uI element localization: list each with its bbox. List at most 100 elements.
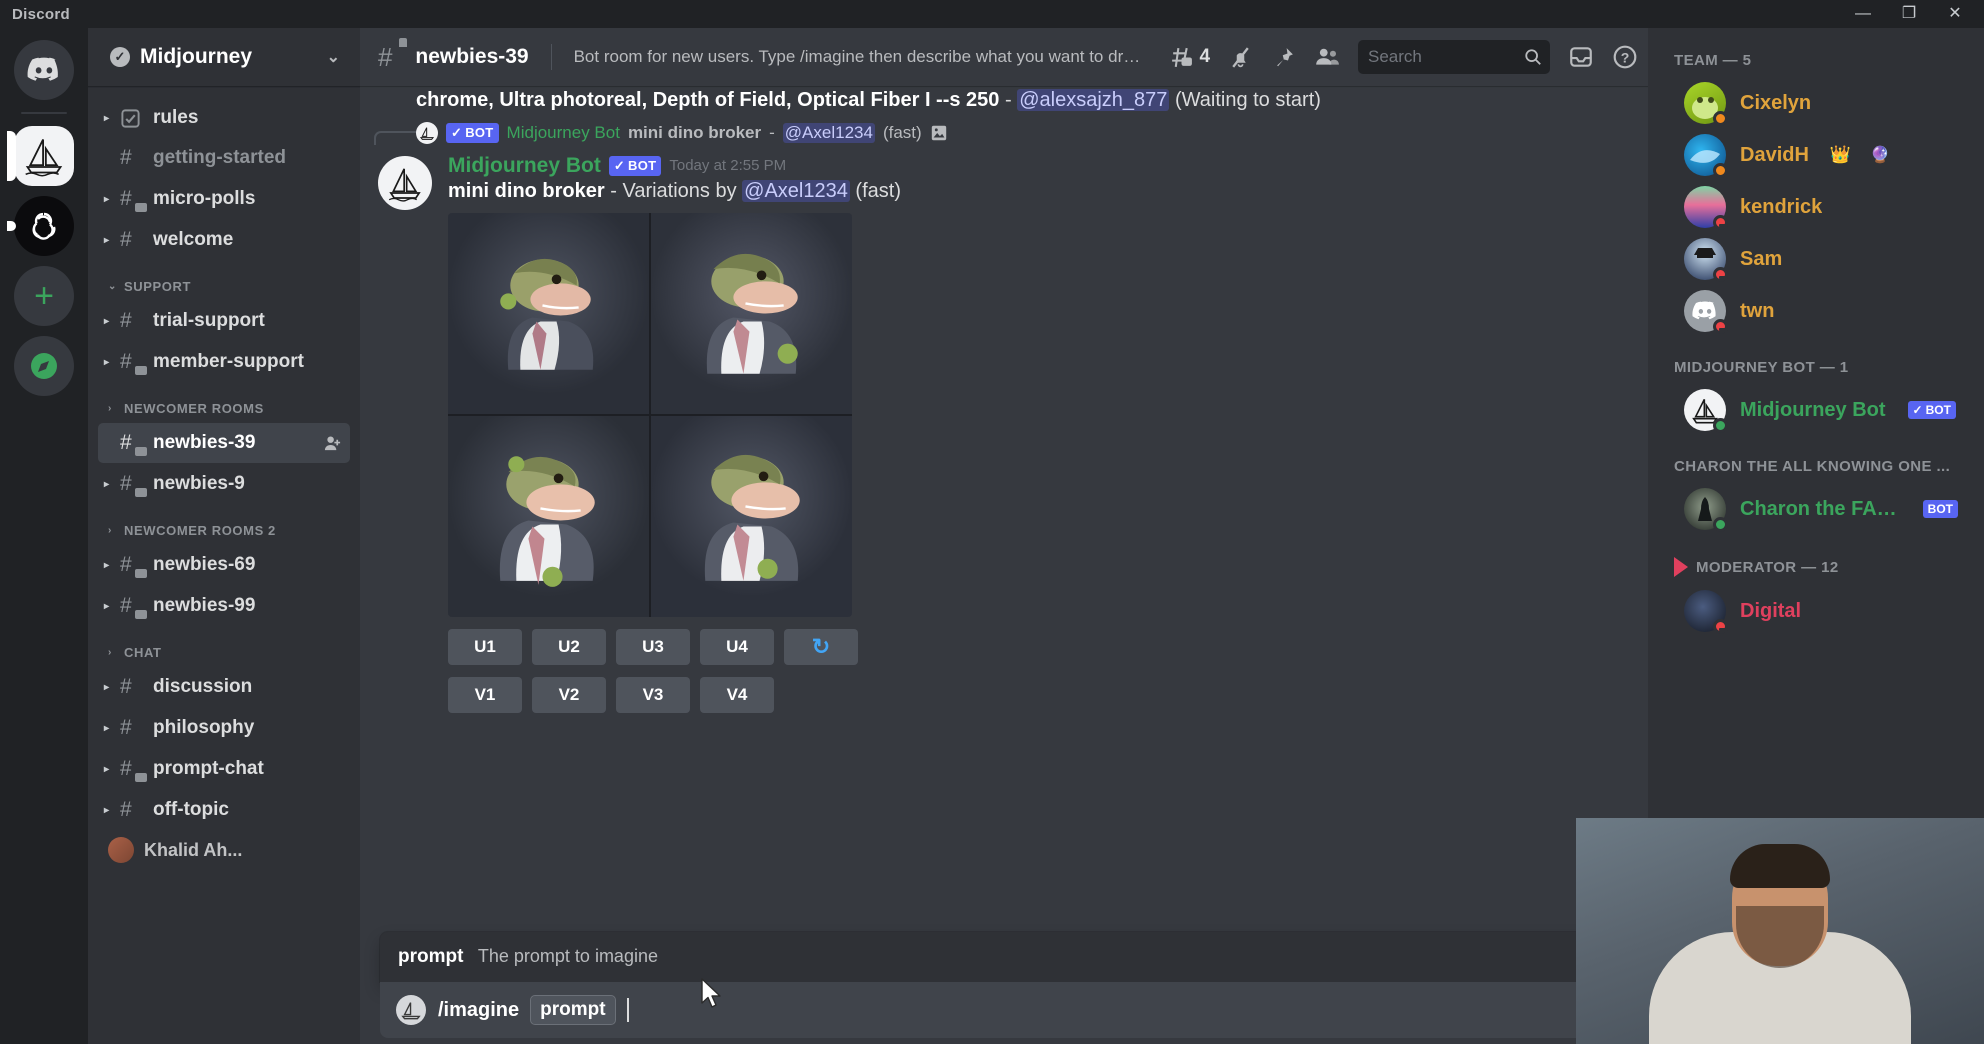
expand-arrow-icon[interactable]: ▸: [104, 682, 109, 693]
server-rail-item-add-server[interactable]: +: [11, 266, 77, 326]
upscale-button-u1[interactable]: U1: [448, 628, 522, 665]
channel-item-newbies-99[interactable]: ▸ # newbies-99: [98, 586, 350, 626]
channel-item-welcome[interactable]: ▸ # welcome: [98, 220, 350, 260]
expand-arrow-icon[interactable]: ▸: [104, 316, 109, 327]
variation-button-v2[interactable]: V2: [532, 676, 606, 713]
category-chat[interactable]: › CHAT: [88, 627, 360, 666]
pin-icon[interactable]: [1271, 45, 1296, 70]
image-cell-2[interactable]: [651, 212, 852, 414]
expand-arrow-icon[interactable]: ▸: [104, 235, 109, 246]
expand-arrow-icon[interactable]: ▸: [104, 764, 109, 775]
expand-arrow-icon[interactable]: ▸: [104, 479, 109, 490]
channel-label: newbies-9: [153, 473, 245, 494]
expand-arrow-icon[interactable]: ▸: [104, 805, 109, 816]
expand-arrow-icon[interactable]: ▸: [104, 723, 109, 734]
category-label: CHAT: [124, 645, 162, 660]
category-newcomer-rooms[interactable]: › NEWCOMER ROOMS: [88, 383, 360, 422]
prompt-arg-chip[interactable]: prompt: [530, 995, 616, 1025]
help-icon[interactable]: ?: [1612, 44, 1638, 70]
variation-button-v3[interactable]: V3: [616, 676, 690, 713]
channel-label: philosophy: [153, 717, 255, 738]
variation-button-v1[interactable]: V1: [448, 676, 522, 713]
forum-hash-icon: #: [120, 431, 147, 456]
channel-item-discussion[interactable]: ▸ # discussion: [98, 667, 350, 707]
channel-item-newbies-9[interactable]: ▸ # newbies-9: [98, 464, 350, 504]
upscale-button-u4[interactable]: U4: [700, 628, 774, 665]
bot-badge: BOT: [1922, 500, 1958, 518]
upscale-button-u3[interactable]: U3: [616, 628, 690, 665]
member-row-digital[interactable]: Digital: [1658, 585, 1974, 637]
expand-arrow-icon[interactable]: ▸: [104, 601, 109, 612]
member-row-cixelyn[interactable]: Cixelyn: [1658, 77, 1974, 129]
verified-icon: ✓: [110, 47, 130, 67]
avatar: [1684, 238, 1728, 282]
channel-item-prompt-chat[interactable]: ▸ # prompt-chat: [98, 749, 350, 789]
plus-icon: +: [14, 266, 74, 326]
hash-icon: #: [120, 309, 132, 332]
message-speed: (fast): [855, 179, 901, 202]
channel-item-getting-started[interactable]: # getting-started: [98, 138, 350, 178]
forum-hash-icon: #: [378, 37, 408, 73]
search-input[interactable]: [1368, 47, 1521, 67]
member-name: twn: [1740, 299, 1775, 322]
add-member-icon[interactable]: [323, 434, 342, 453]
variation-button-v4[interactable]: V4: [700, 676, 774, 713]
channel-item-off-topic[interactable]: ▸ # off-topic: [98, 790, 350, 830]
member-row-charon[interactable]: Charon the FAQ ... BOT: [1658, 483, 1974, 535]
member-row-sam[interactable]: Sam: [1658, 233, 1974, 285]
image-cell-1[interactable]: [448, 212, 649, 414]
server-rail-item-explore[interactable]: [11, 336, 77, 396]
user-mention[interactable]: @Axel1234: [782, 122, 875, 143]
channel-item-member-support[interactable]: ▸ # member-support: [98, 342, 350, 382]
generated-image-grid[interactable]: [448, 212, 852, 617]
channel-item-trial-support[interactable]: ▸ # trial-support: [98, 301, 350, 341]
expand-arrow-icon[interactable]: ▸: [104, 194, 109, 205]
message-list[interactable]: chrome, Ultra photoreal, Depth of Field,…: [360, 86, 1648, 932]
reply-reference[interactable]: ✓ BOT Midjourney Bot mini dino broker - @…: [360, 116, 1648, 146]
server-rail-item-midjourney[interactable]: [7, 126, 77, 186]
notification-off-icon[interactable]: [1228, 45, 1253, 70]
member-row-davidh[interactable]: DavidH 👑 🔮: [1658, 129, 1974, 181]
expand-arrow-icon[interactable]: ▸: [104, 113, 109, 124]
expand-arrow-icon[interactable]: ▸: [104, 357, 109, 368]
channel-item-rules[interactable]: ▸ rules: [98, 99, 350, 137]
forum-hash-icon: #: [120, 472, 147, 497]
sidebar-user-row[interactable]: Khalid Ah...: [88, 831, 360, 869]
image-cell-3[interactable]: [448, 415, 649, 617]
discord-icon: [14, 40, 74, 100]
status-indicator: [1713, 267, 1728, 282]
upscale-button-u2[interactable]: U2: [532, 628, 606, 665]
user-mention[interactable]: @Axel1234: [742, 179, 850, 202]
message-input-bar[interactable]: /imagine prompt 😀: [380, 982, 1628, 1038]
close-button[interactable]: ✕: [1932, 0, 1978, 28]
user-mention[interactable]: @alexsajzh_877: [1017, 89, 1170, 111]
member-row-kendrick[interactable]: kendrick: [1658, 181, 1974, 233]
server-rail-item-home[interactable]: [11, 40, 77, 100]
bot-badge-label: BOT: [1925, 403, 1951, 417]
avatar: [416, 121, 438, 144]
minimize-button[interactable]: —: [1840, 0, 1886, 28]
members-icon[interactable]: [1314, 44, 1340, 70]
search-box[interactable]: [1358, 40, 1551, 74]
member-row-twn[interactable]: twn: [1658, 285, 1974, 337]
threads-icon[interactable]: 4: [1169, 45, 1210, 70]
status-indicator: [1713, 111, 1728, 126]
message-author[interactable]: Midjourney Bot: [448, 154, 601, 178]
member-row-midjourney-bot[interactable]: Midjourney Bot ✓ BOT: [1658, 384, 1974, 436]
reroll-button[interactable]: ↻: [784, 628, 858, 665]
inbox-icon[interactable]: [1568, 44, 1594, 70]
maximize-button[interactable]: ❐: [1886, 0, 1932, 28]
channel-item-newbies-39[interactable]: # newbies-39: [98, 423, 350, 463]
category-newcomer-rooms-2[interactable]: › NEWCOMER ROOMS 2: [88, 505, 360, 544]
channel-item-micro-polls[interactable]: ▸ # micro-polls: [98, 179, 350, 219]
server-rail-item-openai[interactable]: [7, 196, 77, 256]
image-cell-4[interactable]: [651, 415, 852, 617]
category-support[interactable]: ⌄ SUPPORT: [88, 261, 360, 300]
member-name: Charon the FAQ ...: [1740, 497, 1901, 520]
reply-author[interactable]: Midjourney Bot: [507, 123, 620, 143]
channel-item-philosophy[interactable]: ▸ # philosophy: [98, 708, 350, 748]
expand-arrow-icon[interactable]: ▸: [104, 560, 109, 571]
guild-header[interactable]: ✓ Midjourney ⌄: [88, 28, 360, 86]
avatar[interactable]: [378, 155, 432, 210]
channel-item-newbies-69[interactable]: ▸ # newbies-69: [98, 545, 350, 585]
